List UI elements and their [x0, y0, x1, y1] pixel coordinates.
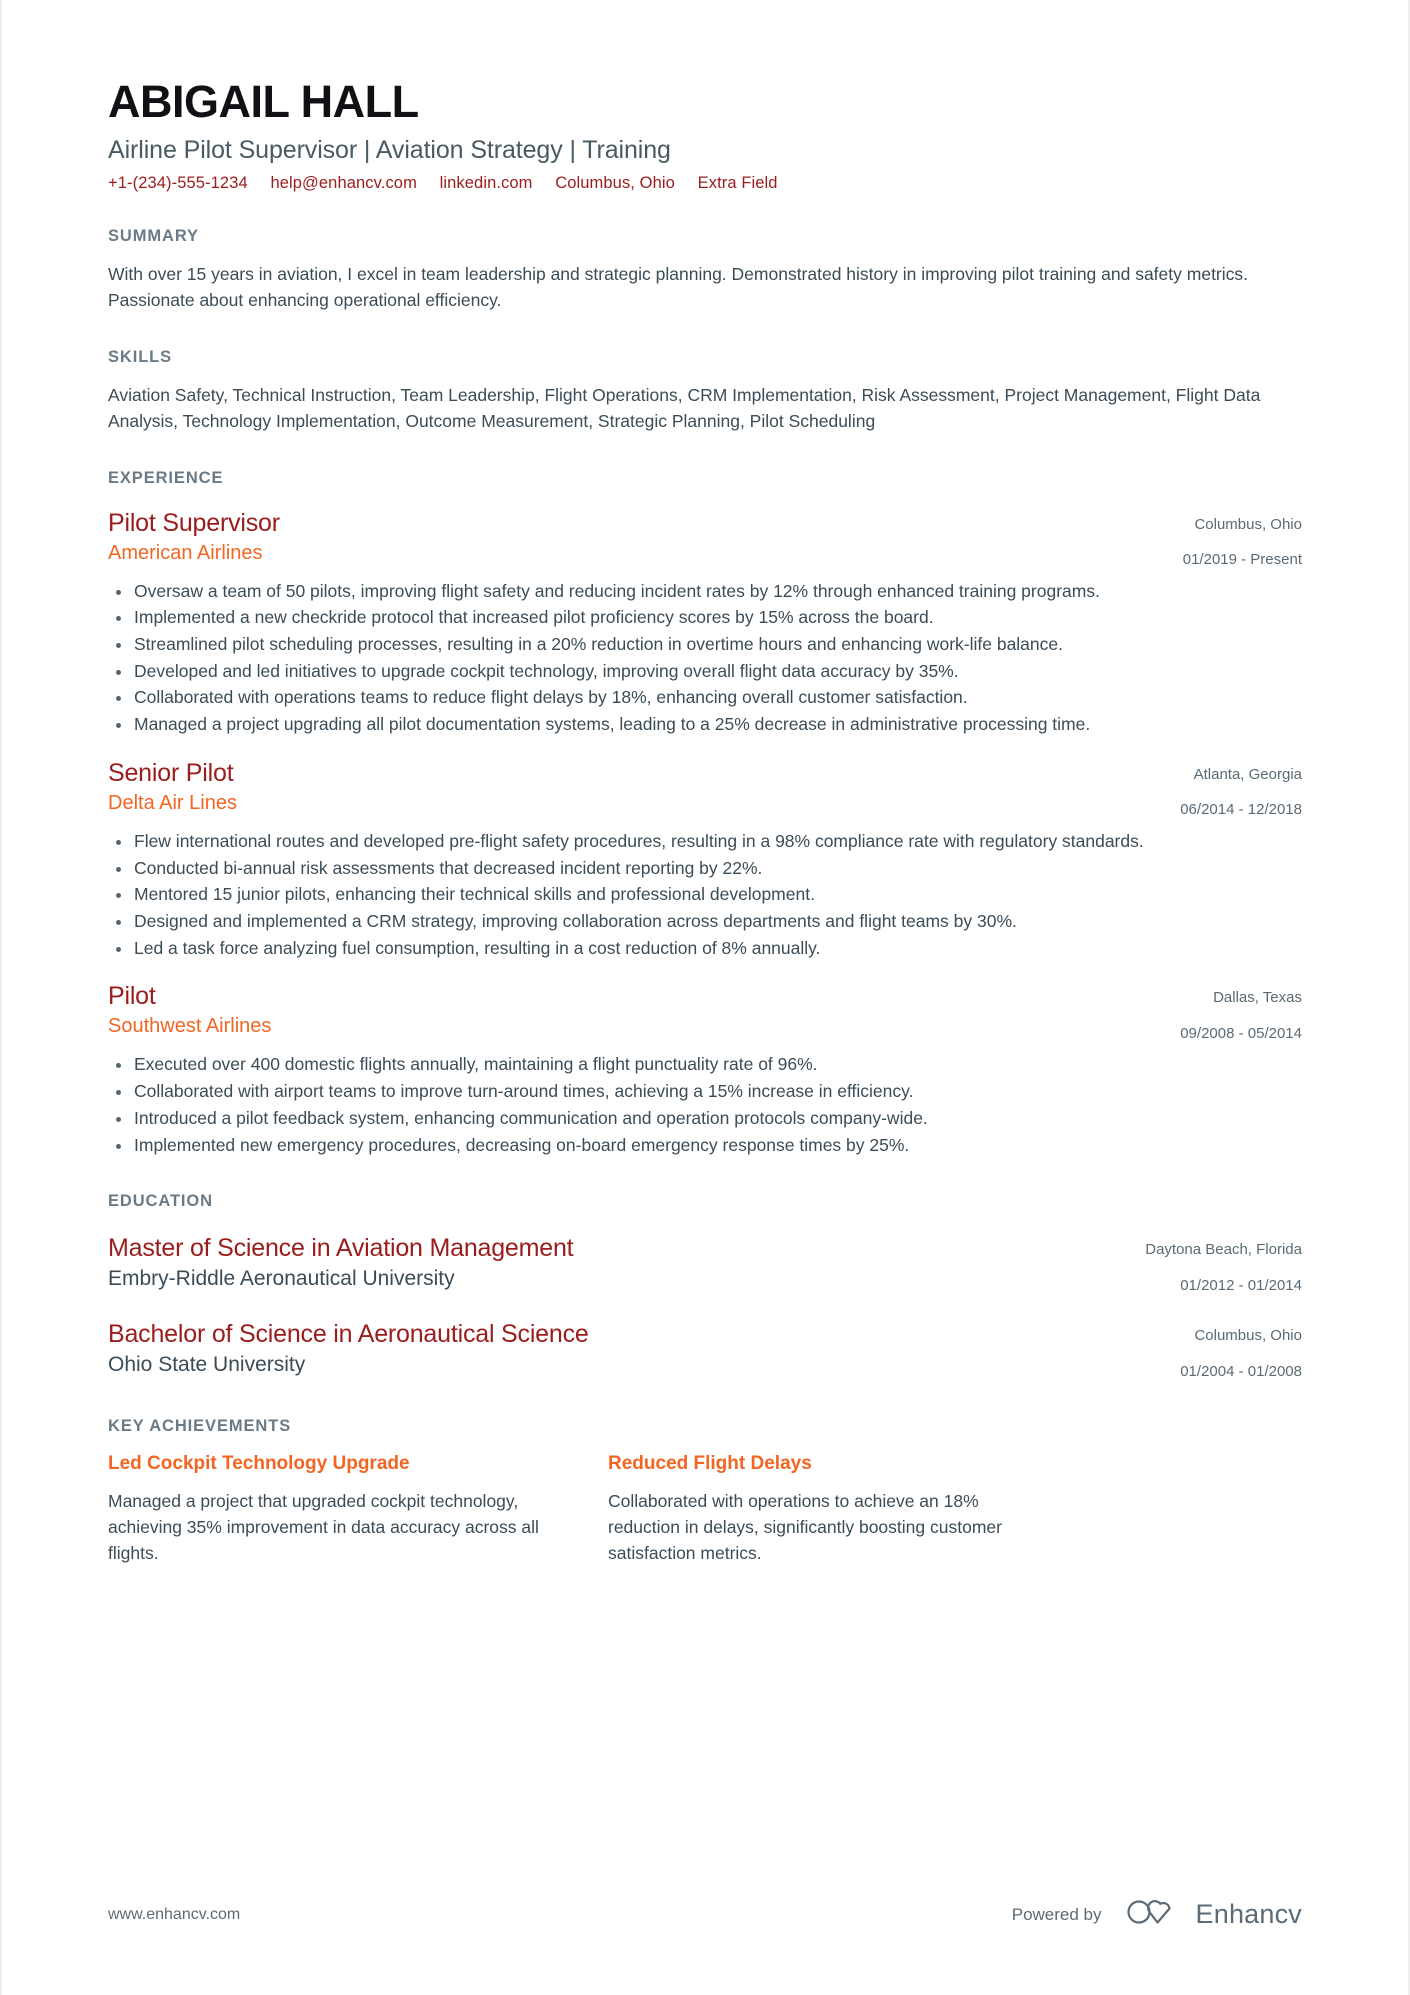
achievement-title: Led Cockpit Technology Upgrade [108, 1453, 410, 1475]
job-bullet: Collaborated with operations teams to re… [108, 685, 1302, 711]
school-location: Columbus, Ohio [1194, 1327, 1302, 1345]
experience-entry-head: Pilot Supervisor American Airlines Colum… [108, 508, 1302, 572]
degree-title: Master of Science in Aviation Management [108, 1234, 574, 1263]
skills-text: Aviation Safety, Technical Instruction, … [108, 384, 1261, 431]
candidate-name: ABIGAIL HALL [108, 76, 419, 127]
job-bullet: Conducted bi-annual risk assessments tha… [108, 856, 1302, 882]
job-bullet: Introduced a pilot feedback system, enha… [108, 1106, 1302, 1132]
experience-section-title: EXPERIENCE [108, 468, 224, 487]
experience-entry: Pilot Supervisor American Airlines Colum… [108, 508, 1302, 738]
job-bullets: Executed over 400 domestic flights annua… [108, 1052, 1302, 1158]
school-name: Ohio State University [108, 1353, 306, 1377]
achievement-card: Reduced Flight Delays Collaborated with … [608, 1452, 1048, 1566]
contact-extra-field: Extra Field [697, 174, 778, 192]
job-title: Pilot [108, 982, 156, 1011]
job-bullet: Implemented new emergency procedures, de… [108, 1133, 1302, 1159]
skills-section: SKILLS Aviation Safety, Technical Instru… [108, 348, 1302, 435]
resume-page: ABIGAIL HALL Airline Pilot Supervisor | … [0, 0, 1410, 1995]
job-title: Pilot Supervisor [108, 508, 280, 537]
contact-location: Columbus, Ohio [555, 174, 675, 192]
achievement-card: Led Cockpit Technology Upgrade Managed a… [108, 1452, 548, 1566]
job-dates: 01/2019 - Present [1182, 551, 1302, 569]
powered-by-label: Powered by [1011, 1904, 1102, 1924]
job-bullet: Streamlined pilot scheduling processes, … [108, 632, 1302, 658]
job-bullet: Collaborated with airport teams to impro… [108, 1079, 1302, 1105]
job-dates: 06/2014 - 12/2018 [1180, 801, 1302, 819]
job-bullet: Designed and implemented a CRM strategy,… [108, 909, 1302, 935]
job-dates: 09/2008 - 05/2014 [1180, 1024, 1302, 1042]
company-name: Delta Air Lines [108, 791, 237, 814]
education-entry-head: Bachelor of Science in Aeronautical Scie… [108, 1319, 1302, 1383]
summary-section: SUMMARY With over 15 years in aviation, … [108, 227, 1302, 314]
job-bullet: Mentored 15 junior pilots, enhancing the… [108, 882, 1302, 908]
enhancv-logo-icon [1124, 1896, 1182, 1933]
education-entry: Bachelor of Science in Aeronautical Scie… [108, 1319, 1302, 1383]
education-entry: Master of Science in Aviation Management… [108, 1233, 1302, 1297]
education-entry-meta: Columbus, Ohio 01/2004 - 01/2008 [1158, 1319, 1302, 1383]
job-bullet: Oversaw a team of 50 pilots, improving f… [108, 579, 1302, 605]
key-achievements-section-title: KEY ACHIEVEMENTS [108, 1417, 292, 1436]
school-name: Embry-Riddle Aeronautical University [108, 1267, 455, 1291]
job-location: Atlanta, Georgia [1193, 765, 1302, 783]
resume-header: ABIGAIL HALL Airline Pilot Supervisor | … [108, 0, 1302, 193]
job-location: Columbus, Ohio [1194, 515, 1302, 533]
job-bullet: Implemented a new checkride protocol tha… [108, 605, 1302, 631]
education-entry-head: Master of Science in Aviation Management… [108, 1233, 1302, 1297]
job-bullets: Flew international routes and developed … [108, 829, 1302, 962]
experience-entry-meta: Columbus, Ohio 01/2019 - Present [1161, 508, 1302, 572]
school-dates: 01/2004 - 01/2008 [1180, 1362, 1302, 1380]
job-bullet: Managed a project upgrading all pilot do… [108, 712, 1302, 738]
page-edge-left [0, 0, 2, 1995]
achievement-text: Managed a project that upgraded cockpit … [108, 1491, 539, 1563]
job-bullets: Oversaw a team of 50 pilots, improving f… [108, 579, 1302, 738]
company-name: American Airlines [108, 541, 263, 564]
key-achievements-section: KEY ACHIEVEMENTS Led Cockpit Technology … [108, 1417, 1302, 1566]
key-achievements-grid: Led Cockpit Technology Upgrade Managed a… [108, 1452, 1302, 1566]
job-title: Senior Pilot [108, 758, 234, 787]
contact-row: +1-(234)-555-1234 help@enhancv.com linke… [108, 174, 1302, 193]
skills-section-title: SKILLS [108, 347, 173, 366]
achievement-title: Reduced Flight Delays [608, 1453, 812, 1475]
company-name: Southwest Airlines [108, 1015, 272, 1038]
contact-linkedin[interactable]: linkedin.com [440, 174, 533, 193]
education-entry-left: Bachelor of Science in Aeronautical Scie… [108, 1319, 1158, 1378]
achievement-text: Collaborated with operations to achieve … [608, 1491, 1002, 1563]
enhancv-wordmark: Enhancv [1195, 1899, 1302, 1929]
experience-entry-meta: Atlanta, Georgia 06/2014 - 12/2018 [1158, 758, 1302, 822]
job-bullet: Executed over 400 domestic flights annua… [108, 1052, 1302, 1078]
job-location: Dallas, Texas [1213, 989, 1302, 1007]
education-section-title: EDUCATION [108, 1192, 213, 1211]
candidate-headline: Airline Pilot Supervisor | Aviation Stra… [108, 136, 671, 165]
experience-entry-head: Pilot Southwest Airlines Dallas, Texas 0… [108, 981, 1302, 1045]
school-location: Daytona Beach, Florida [1145, 1241, 1302, 1259]
page-footer: www.enhancv.com Powered by Enhancv [108, 1896, 1302, 1933]
summary-section-title: SUMMARY [108, 227, 199, 245]
experience-entry: Pilot Southwest Airlines Dallas, Texas 0… [108, 981, 1302, 1158]
job-bullet: Developed and led initiatives to upgrade… [108, 659, 1302, 685]
contact-email[interactable]: help@enhancv.com [270, 174, 416, 193]
education-entry-meta: Daytona Beach, Florida 01/2012 - 01/2014 [1123, 1233, 1302, 1297]
enhancv-lockup: Enhancv [1124, 1896, 1302, 1933]
experience-entry-head: Senior Pilot Delta Air Lines Atlanta, Ge… [108, 758, 1302, 822]
footer-website-url[interactable]: www.enhancv.com [108, 1906, 240, 1924]
degree-title: Bachelor of Science in Aeronautical Scie… [108, 1320, 589, 1349]
school-dates: 01/2012 - 01/2014 [1180, 1276, 1302, 1294]
experience-entry-left: Pilot Southwest Airlines [108, 981, 1158, 1039]
job-bullet: Flew international routes and developed … [108, 829, 1302, 855]
education-section: EDUCATION Master of Science in Aviation … [108, 1192, 1302, 1383]
experience-section: EXPERIENCE Pilot Supervisor American Air… [108, 469, 1302, 1159]
experience-entry-meta: Dallas, Texas 09/2008 - 05/2014 [1158, 981, 1302, 1045]
experience-entry-left: Senior Pilot Delta Air Lines [108, 758, 1158, 816]
experience-entry-left: Pilot Supervisor American Airlines [108, 508, 1161, 566]
job-bullet: Led a task force analyzing fuel consumpt… [108, 936, 1302, 962]
education-entry-left: Master of Science in Aviation Management… [108, 1233, 1123, 1292]
experience-entry: Senior Pilot Delta Air Lines Atlanta, Ge… [108, 758, 1302, 962]
summary-text: With over 15 years in aviation, I excel … [108, 264, 1249, 310]
footer-brand-block: Powered by Enhancv [1012, 1896, 1302, 1933]
contact-phone[interactable]: +1-(234)-555-1234 [108, 174, 248, 193]
